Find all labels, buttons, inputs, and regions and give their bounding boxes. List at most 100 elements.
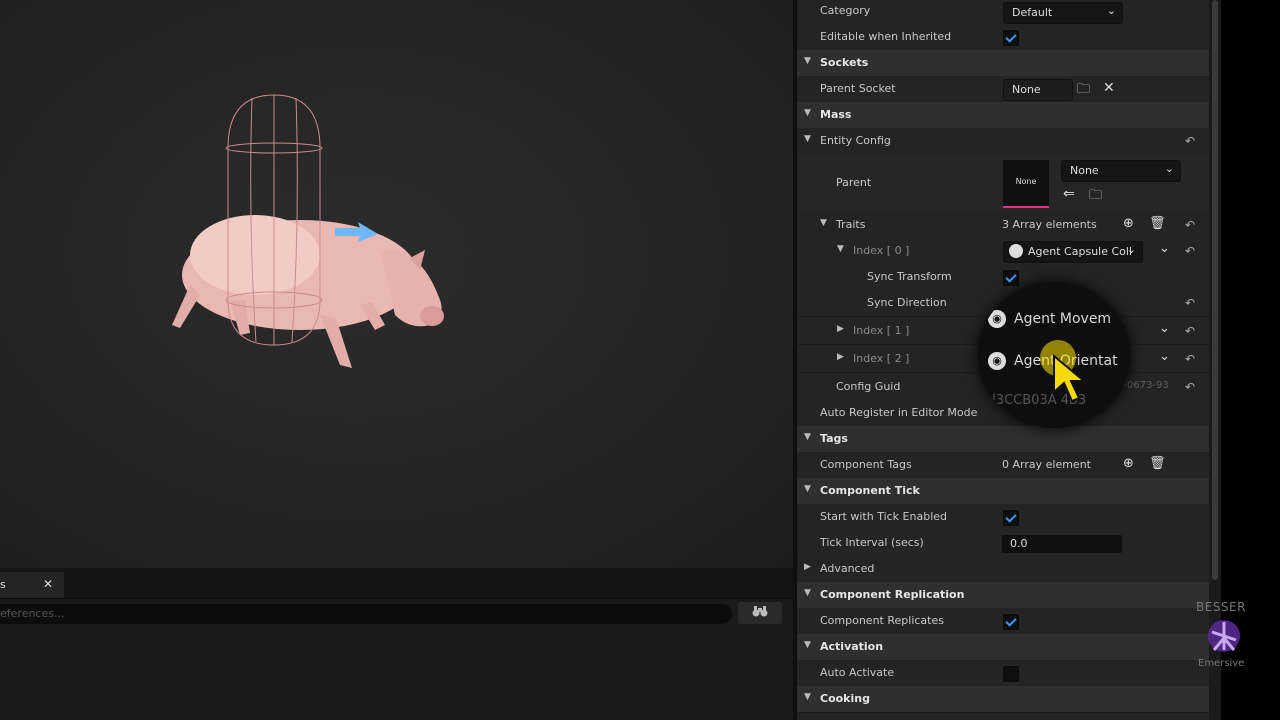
parent-asset-thumbnail[interactable]: None	[1003, 160, 1049, 208]
category-cooking[interactable]: ▼ Cooking	[797, 686, 1209, 713]
trash-icon[interactable]: 🗑	[1149, 216, 1166, 231]
bottom-tab[interactable]: s ✕	[0, 572, 64, 598]
search-input[interactable]: eferences...	[0, 604, 732, 624]
tick-interval-input[interactable]: 0.0	[1002, 535, 1122, 553]
reset-arrow-icon[interactable]: ↶	[1185, 352, 1195, 366]
row-component-tags: Component Tags 0 Array element ⊕ 🗑	[797, 452, 1209, 479]
category-value: Default	[1012, 6, 1053, 19]
tags-header: Tags	[820, 432, 848, 445]
row-traits: ▼ Traits 3 Array elements ⊕ 🗑 ↶	[797, 212, 1209, 239]
index-2-label: Index [ 2 ]	[853, 352, 910, 365]
editable-when-inherited-checkbox[interactable]	[1003, 30, 1019, 46]
index-0-label: Index [ 0 ]	[853, 244, 910, 257]
reset-arrow-icon[interactable]: ↶	[1185, 244, 1195, 258]
cooking-header: Cooking	[820, 692, 870, 705]
collapse-arrow-icon: ▼	[804, 692, 811, 702]
trait-icon: ◉	[988, 310, 1006, 328]
parent-socket-value: None	[1012, 83, 1041, 96]
browse-socket-icon[interactable]: 🗀	[1077, 80, 1090, 102]
collapse-arrow-icon[interactable]: ▼	[820, 218, 827, 228]
clear-icon[interactable]: ✕	[1103, 80, 1115, 96]
expand-arrow-icon: ▶	[804, 562, 811, 572]
viewport-scene	[172, 94, 444, 368]
expand-arrow-icon[interactable]: ▶	[837, 352, 844, 362]
reset-arrow-icon[interactable]: ↶	[1185, 218, 1195, 232]
activation-header: Activation	[820, 640, 884, 653]
component-tags-count: 0 Array element	[1002, 458, 1091, 471]
thumbnail-text: None	[1015, 177, 1037, 186]
search-placeholder: eferences...	[0, 607, 65, 620]
row-parent-socket: Parent Socket None 🗀 ✕	[797, 76, 1209, 103]
sync-transform-checkbox[interactable]	[1003, 270, 1019, 286]
mouse-cursor-icon	[1053, 354, 1087, 403]
reset-arrow-icon[interactable]: ↶	[1185, 296, 1195, 310]
sync-transform-label: Sync Transform	[867, 270, 952, 283]
component-replicates-label: Component Replicates	[820, 614, 944, 627]
sockets-header: Sockets	[820, 56, 869, 69]
chevron-down-icon: ⌄	[1164, 162, 1174, 175]
collapse-arrow-icon: ▼	[804, 432, 811, 442]
category-component-replication[interactable]: ▼ Component Replication	[797, 582, 1209, 609]
parent-asset-dropdown[interactable]: None ⌄	[1061, 160, 1181, 182]
component-tick-header: Component Tick	[820, 484, 920, 497]
tick-interval-label: Tick Interval (secs)	[820, 536, 924, 549]
parent-label: Parent	[836, 176, 872, 189]
auto-activate-checkbox[interactable]	[1003, 666, 1019, 682]
bottom-tab-label: s	[0, 578, 6, 591]
bottom-tab-bar: s ✕	[0, 568, 793, 599]
category-tags[interactable]: ▼ Tags	[797, 426, 1209, 453]
chevron-down-icon[interactable]: ⌄	[1159, 241, 1170, 256]
chevron-down-icon[interactable]: ⌄	[1159, 349, 1170, 364]
row-category: Category Default ⌄	[797, 0, 1209, 25]
category-sockets[interactable]: ▼ Sockets	[797, 50, 1209, 77]
trait-icon: ◉	[988, 352, 1006, 370]
category-component-tick[interactable]: ▼ Component Tick	[797, 478, 1209, 505]
advanced-label: Advanced	[820, 562, 875, 575]
row-start-with-tick: Start with Tick Enabled	[797, 504, 1209, 531]
add-element-icon[interactable]: ⊕	[1123, 216, 1134, 231]
pig-mesh[interactable]	[172, 215, 444, 368]
collapse-arrow-icon: ▼	[804, 640, 811, 650]
category-dropdown[interactable]: Default ⌄	[1003, 2, 1123, 24]
binoculars-icon[interactable]	[738, 602, 782, 624]
collapse-arrow-icon[interactable]: ▼	[837, 244, 844, 254]
editable-when-inherited-label: Editable when Inherited	[820, 30, 952, 43]
category-activation[interactable]: ▼ Activation	[797, 634, 1209, 661]
chevron-down-icon: ⌄	[1126, 243, 1136, 256]
viewport[interactable]	[0, 0, 793, 568]
browse-asset-icon[interactable]: 🗀	[1089, 186, 1102, 208]
row-advanced[interactable]: ▶ Advanced	[797, 556, 1209, 583]
add-element-icon[interactable]: ⊕	[1123, 456, 1134, 471]
index-1-label: Index [ 1 ]	[853, 324, 910, 337]
collapse-arrow-icon[interactable]: ▼	[804, 134, 811, 144]
watermark-figure-icon	[1208, 620, 1240, 652]
reset-arrow-icon[interactable]: ↶	[1185, 380, 1195, 394]
collapse-arrow-icon: ▼	[804, 484, 811, 494]
row-component-replicates: Component Replicates	[797, 608, 1209, 635]
reset-arrow-icon[interactable]: ↶	[1185, 134, 1195, 148]
row-editable-when-inherited: Editable when Inherited	[797, 24, 1209, 51]
details-scrollbar-thumb[interactable]	[1212, 0, 1218, 580]
traits-label: Traits	[836, 218, 866, 231]
index-0-dropdown[interactable]: Agent Capsule Coll ⌄	[1003, 241, 1143, 263]
parent-socket-field[interactable]: None	[1003, 79, 1073, 101]
mass-header: Mass	[820, 108, 852, 121]
sync-direction-label: Sync Direction	[867, 296, 947, 309]
category-mass[interactable]: ▼ Mass	[797, 102, 1209, 129]
config-guid-label: Config Guid	[836, 380, 901, 393]
reset-arrow-icon[interactable]: ↶	[1185, 324, 1195, 338]
use-selected-icon[interactable]: ⇐	[1063, 186, 1075, 202]
watermark-bottom-text: Emersive	[1198, 658, 1245, 669]
traits-count: 3 Array elements	[1002, 218, 1097, 231]
expand-arrow-icon[interactable]: ▶	[837, 324, 844, 334]
row-entity-config: ▼ Entity Config ↶	[797, 128, 1209, 155]
row-index-0: ▼ Index [ 0 ] Agent Capsule Coll ⌄ ⌄ ↶	[797, 238, 1209, 265]
row-auto-activate: Auto Activate	[797, 660, 1209, 687]
component-replicates-checkbox[interactable]	[1003, 614, 1019, 630]
close-icon[interactable]: ✕	[43, 577, 53, 591]
chevron-down-icon: ⌄	[1106, 4, 1116, 17]
start-with-tick-checkbox[interactable]	[1003, 510, 1019, 526]
chevron-down-icon[interactable]: ⌄	[1159, 321, 1170, 336]
collapse-arrow-icon: ▼	[804, 108, 811, 118]
trash-icon[interactable]: 🗑	[1149, 456, 1166, 471]
